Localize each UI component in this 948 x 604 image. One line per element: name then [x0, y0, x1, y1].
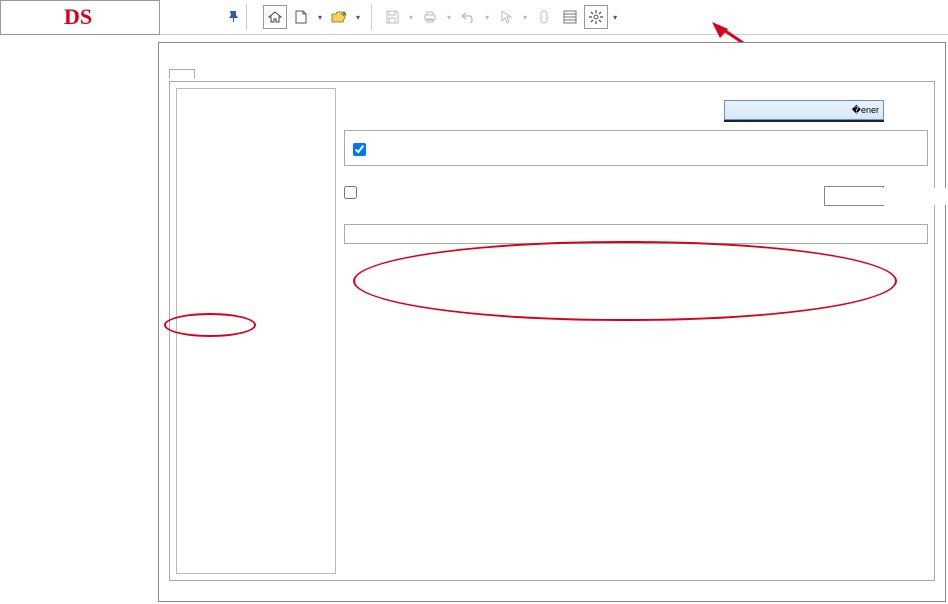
gear-icon[interactable] [584, 5, 608, 29]
save-icon[interactable] [380, 5, 404, 29]
logo-glyph: DS [64, 4, 92, 30]
separator [371, 4, 372, 30]
top-bar: DS ▾ ▾ ▾ ▾ ▾ [0, 0, 948, 35]
undo-dropdown[interactable]: ▾ [482, 13, 492, 22]
toolbar: ▾ ▾ ▾ ▾ ▾ ▾ ▾ [263, 4, 620, 30]
app-logo: DS [0, 0, 160, 35]
gear-dropdown[interactable]: ▾ [610, 13, 620, 22]
open-dropdown[interactable]: ▾ [353, 13, 363, 22]
large-assembly-active-group [344, 224, 928, 244]
select-dropdown[interactable]: ▾ [520, 13, 530, 22]
open-icon[interactable] [327, 5, 351, 29]
new-dropdown[interactable]: ▾ [315, 13, 325, 22]
tab-panel: �ener ▲▼ [169, 81, 935, 581]
attach-icon[interactable] [532, 5, 556, 29]
home-icon[interactable] [263, 5, 287, 29]
ldr-threshold-input[interactable] [825, 188, 948, 205]
new-document-icon[interactable] [289, 5, 313, 29]
print-dropdown[interactable]: ▾ [444, 13, 454, 22]
use-large-assembly-mode-checkbox[interactable] [353, 143, 366, 156]
tab-system-options[interactable] [169, 69, 195, 79]
options-category-list[interactable] [176, 88, 336, 574]
opening-large-assemblies-group [344, 130, 928, 166]
dialog-title [159, 43, 945, 59]
pin-icon[interactable] [228, 10, 240, 25]
system-options-dialog: �ener ▲▼ [158, 42, 946, 602]
properties-icon[interactable] [558, 5, 582, 29]
use-ldr-checkbox[interactable] [344, 186, 357, 199]
ldr-threshold-spinner[interactable]: ▲▼ [824, 186, 884, 206]
print-icon[interactable] [418, 5, 442, 29]
select-icon[interactable] [494, 5, 518, 29]
speedpak-dropdown[interactable]: �ener [724, 100, 884, 120]
separator [246, 4, 247, 30]
tab-strip [169, 67, 935, 81]
chevron-down-icon: �ener [852, 105, 879, 116]
options-content: �ener ▲▼ [342, 82, 934, 580]
undo-icon[interactable] [456, 5, 480, 29]
speedpak-dropdown-list[interactable] [724, 120, 884, 122]
save-dropdown[interactable]: ▾ [406, 13, 416, 22]
